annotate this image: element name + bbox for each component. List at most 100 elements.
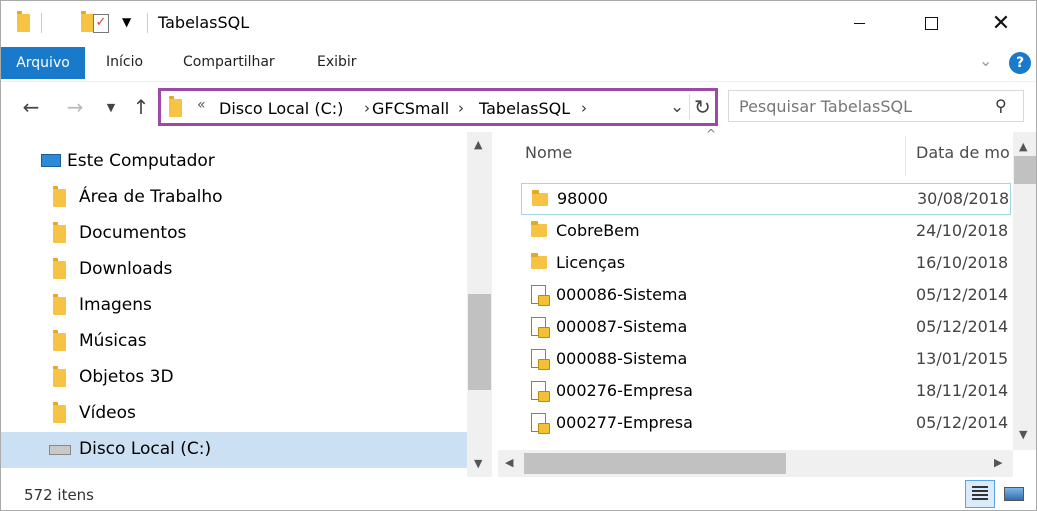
sidebar-item-imagens[interactable]: Imagens bbox=[1, 288, 467, 324]
file-name: 000277-Empresa bbox=[556, 413, 693, 432]
database-file-icon bbox=[531, 349, 550, 370]
column-header-nome[interactable]: Nome bbox=[525, 143, 572, 162]
details-view-button[interactable] bbox=[965, 480, 995, 508]
column-header-data[interactable]: Data de mo bbox=[916, 143, 1010, 162]
sidebar-item-label: Músicas bbox=[79, 331, 147, 351]
scroll-down-icon[interactable]: ▼ bbox=[474, 457, 482, 470]
sidebar-scroll-thumb[interactable] bbox=[468, 294, 491, 390]
sidebar-item-este-computador[interactable]: Este Computador bbox=[1, 144, 467, 180]
minimize-button[interactable] bbox=[836, 1, 882, 45]
file-name: 000086-Sistema bbox=[556, 285, 688, 304]
pictures-icon bbox=[53, 294, 66, 315]
address-bar[interactable]: « Disco Local (C:) › GFCSmall › TabelasS… bbox=[158, 88, 718, 126]
divider bbox=[147, 13, 148, 33]
address-dropdown-icon[interactable]: ⌄ bbox=[670, 97, 684, 117]
list-item[interactable]: Licenças 16/10/2018 bbox=[521, 247, 1011, 279]
database-file-icon bbox=[531, 381, 550, 402]
divider bbox=[689, 94, 690, 120]
tab-exibir[interactable]: Exibir bbox=[317, 54, 357, 70]
sidebar-item-documentos[interactable]: Documentos bbox=[1, 216, 467, 252]
expand-ribbon-icon[interactable]: ⌄ bbox=[979, 51, 992, 70]
folder-icon bbox=[531, 253, 547, 269]
scroll-left-icon[interactable]: ◀ bbox=[505, 456, 513, 469]
list-item[interactable]: 000276-Empresa 18/11/2014 bbox=[521, 375, 1011, 407]
file-name: CobreBem bbox=[556, 221, 640, 240]
list-item[interactable]: 000086-Sistema 05/12/2014 bbox=[521, 279, 1011, 311]
maximize-button[interactable] bbox=[908, 1, 954, 45]
file-name: Licenças bbox=[556, 253, 626, 272]
sidebar-item-musicas[interactable]: Músicas bbox=[1, 324, 467, 360]
list-hscroll-thumb[interactable] bbox=[524, 453, 786, 474]
quick-access-dropdown-icon[interactable]: ▼ bbox=[122, 15, 131, 29]
list-scroll-thumb[interactable] bbox=[1014, 156, 1036, 184]
divider bbox=[41, 13, 42, 33]
tab-compartilhar[interactable]: Compartilhar bbox=[183, 54, 275, 70]
list-item[interactable]: 000088-Sistema 13/01/2015 bbox=[521, 343, 1011, 375]
list-item[interactable]: CobreBem 24/10/2018 bbox=[521, 215, 1011, 247]
folder-icon bbox=[169, 96, 182, 117]
title-bar: ✓ ▼ TabelasSQL ✕ bbox=[1, 1, 1036, 45]
tab-inicio[interactable]: Início bbox=[106, 54, 143, 70]
folder-icon bbox=[531, 221, 547, 237]
documents-icon bbox=[53, 222, 66, 243]
sidebar-item-label: Disco Local (C:) bbox=[79, 439, 212, 459]
database-file-icon bbox=[531, 317, 550, 338]
sidebar-item-area-de-trabalho[interactable]: Área de Trabalho bbox=[1, 180, 467, 216]
up-arrow-icon: ↑ bbox=[132, 95, 150, 119]
scroll-right-icon[interactable]: ▶ bbox=[994, 456, 1002, 469]
sidebar-item-label: Documentos bbox=[79, 223, 187, 243]
breadcrumb-disco-local[interactable]: Disco Local (C:) bbox=[219, 99, 343, 118]
folder-icon bbox=[17, 11, 30, 32]
sidebar-item-objetos-3d[interactable]: Objetos 3D bbox=[1, 360, 467, 396]
recent-locations-button[interactable]: ▼ bbox=[97, 93, 125, 121]
list-item[interactable]: 000087-Sistema 05/12/2014 bbox=[521, 311, 1011, 343]
drive-icon bbox=[49, 445, 71, 455]
chevron-down-icon: ▼ bbox=[106, 100, 116, 114]
sidebar-item-downloads[interactable]: Downloads bbox=[1, 252, 467, 288]
window-title: TabelasSQL bbox=[158, 13, 250, 32]
search-box[interactable]: Pesquisar TabelasSQL ⚲ bbox=[728, 90, 1024, 122]
divider bbox=[1, 81, 1036, 82]
scroll-up-icon[interactable]: ▲ bbox=[474, 138, 482, 151]
forward-button[interactable]: → bbox=[61, 93, 89, 121]
ribbon-tabs: Arquivo Início Compartilhar Exibir bbox=[1, 45, 1036, 81]
database-file-icon bbox=[531, 413, 550, 434]
close-button[interactable]: ✕ bbox=[978, 1, 1024, 45]
breadcrumb-separator-icon[interactable]: › bbox=[581, 99, 587, 117]
breadcrumb-separator-icon[interactable]: › bbox=[364, 99, 370, 117]
scroll-up-icon[interactable]: ▲ bbox=[1019, 140, 1027, 153]
help-button[interactable]: ? bbox=[1009, 52, 1031, 74]
file-date: 05/12/2014 bbox=[916, 413, 1009, 432]
sidebar-item-label: Imagens bbox=[79, 295, 152, 315]
file-name: 000088-Sistema bbox=[556, 349, 688, 368]
search-icon[interactable]: ⚲ bbox=[995, 96, 1007, 115]
refresh-icon[interactable]: ↻ bbox=[694, 95, 711, 119]
sort-ascending-icon: ^ bbox=[706, 127, 717, 141]
list-horizontal-scrollbar[interactable]: ◀ ▶ bbox=[498, 450, 1013, 477]
file-date: 13/01/2015 bbox=[916, 349, 1009, 368]
large-icons-view-icon bbox=[1004, 487, 1024, 501]
up-button[interactable]: ↑ bbox=[127, 93, 155, 121]
scroll-down-icon[interactable]: ▼ bbox=[1019, 428, 1027, 441]
database-file-icon bbox=[531, 285, 550, 306]
overflow-chevron[interactable]: « bbox=[197, 97, 206, 113]
sidebar-item-disco-local[interactable]: Disco Local (C:) bbox=[1, 432, 467, 468]
sidebar-item-label: Vídeos bbox=[79, 403, 136, 423]
sidebar-scrollbar[interactable]: ▲ ▼ bbox=[467, 132, 492, 477]
breadcrumb-tabelassql[interactable]: TabelasSQL bbox=[479, 99, 570, 118]
search-input[interactable]: Pesquisar TabelasSQL bbox=[739, 97, 912, 116]
tab-arquivo[interactable]: Arquivo bbox=[1, 47, 85, 79]
music-icon bbox=[53, 330, 66, 351]
back-button[interactable]: ← bbox=[17, 93, 45, 121]
sidebar-item-videos[interactable]: Vídeos bbox=[1, 396, 467, 432]
large-icons-view-button[interactable] bbox=[999, 480, 1029, 508]
breadcrumb-separator-icon[interactable]: › bbox=[458, 99, 464, 117]
3d-objects-icon bbox=[53, 366, 66, 387]
list-item[interactable]: 98000 30/08/2018 bbox=[521, 183, 1011, 215]
list-vertical-scrollbar[interactable]: ▲ ▼ bbox=[1013, 132, 1036, 450]
file-date: 30/08/2018 bbox=[917, 189, 1010, 208]
list-item[interactable]: 000277-Empresa 05/12/2014 bbox=[521, 407, 1011, 439]
properties-icon[interactable]: ✓ bbox=[93, 14, 109, 33]
breadcrumb-gfcsmall[interactable]: GFCSmall bbox=[372, 99, 449, 118]
details-view-icon bbox=[972, 486, 988, 502]
